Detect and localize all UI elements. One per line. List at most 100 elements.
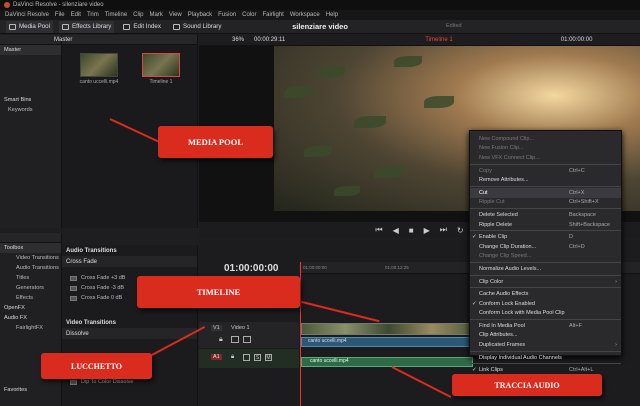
menu-item-label: Normalize Audio Levels... — [479, 265, 542, 272]
track-visibility-icon[interactable] — [243, 336, 251, 343]
context-menu-item[interactable]: Duplicated Frames › — [470, 340, 621, 350]
submenu-arrow-icon: › — [615, 342, 617, 349]
menu-item-shortcut: Ctrl+X — [569, 189, 585, 196]
menu-item[interactable]: Fusion — [218, 12, 236, 18]
menu-separator — [470, 363, 621, 365]
audiofx-item[interactable]: Audio FX — [0, 313, 61, 323]
context-menu-item[interactable]: ✓ Conform Lock Enabled — [470, 299, 621, 309]
prev-clip-icon[interactable]: ⏮ — [375, 225, 382, 235]
context-menu-item[interactable]: Change Clip Duration... Ctrl+D — [470, 242, 621, 252]
toolbox-subitem[interactable]: Generators — [0, 283, 61, 293]
loop-icon[interactable]: ↻ — [457, 226, 464, 235]
menu-item-label: Display Individual Audio Channels — [479, 354, 562, 361]
context-menu-item[interactable]: Remove Attributes... — [470, 175, 621, 185]
playhead[interactable] — [300, 262, 301, 406]
next-clip-icon[interactable]: ⏭ — [440, 225, 447, 235]
menu-item-label: Delete Selected — [479, 211, 518, 218]
menu-item[interactable]: Workspace — [290, 12, 320, 18]
reverse-play-icon[interactable]: ◀ — [393, 226, 399, 235]
lock-icon[interactable]: 🔒︎ — [219, 336, 223, 344]
context-menu-item[interactable]: Clip Attributes... — [470, 331, 621, 341]
menu-item[interactable]: View — [169, 12, 182, 18]
context-menu-item[interactable]: Cut Ctrl+X — [470, 187, 621, 198]
audio-clip[interactable]: canto uccelli.mp4 — [301, 357, 473, 367]
menu-item-shortcut: Alt+F — [569, 322, 582, 329]
menu-item[interactable]: Edit — [71, 12, 81, 18]
favorites-item[interactable]: Favorites — [0, 385, 61, 395]
menu-item-label: Change Clip Speed... — [479, 253, 532, 260]
video-clip[interactable] — [301, 323, 476, 335]
bin-master[interactable]: Master — [0, 45, 61, 55]
auto-select-icon[interactable] — [231, 336, 239, 343]
audio-lock-icon[interactable]: 🔒︎ — [231, 354, 234, 361]
audio-track-header: A1 🔒︎ S M — [199, 349, 299, 368]
transition-icon — [70, 275, 77, 281]
context-menu-item[interactable]: Ripple Cut Ctrl+Shift+X — [470, 198, 621, 208]
toolbox-item[interactable]: Toolbox — [0, 243, 61, 253]
traccia-audio-callout: TRACCIA AUDIO — [452, 374, 602, 396]
transition-label: Dip To Color Dissolve — [81, 379, 134, 385]
menu-item[interactable]: Mark — [150, 12, 163, 18]
menu-item[interactable]: DaVinci Resolve — [5, 12, 49, 18]
smart-bin-keywords[interactable]: Keywords — [0, 105, 61, 115]
viewer-timeline-name[interactable]: Timeline 1 — [425, 37, 452, 43]
toolbox-subitem[interactable]: Audio Transitions — [0, 263, 61, 273]
zoom-level[interactable]: 36% — [232, 37, 244, 43]
fairlightfx-item[interactable]: FairlightFX — [0, 323, 61, 333]
menu-item[interactable]: Clip — [133, 12, 143, 18]
transition-icon — [70, 285, 77, 291]
video-track-header: V1 Video 1 🔒︎ — [199, 322, 299, 348]
mute-icon[interactable]: M — [265, 354, 272, 361]
context-menu-item[interactable]: Clip Color › — [470, 277, 621, 287]
context-menu-item[interactable]: Normalize Audio Levels... — [470, 264, 621, 274]
lucchetto-callout: LUCCHETTO — [41, 353, 152, 379]
timeline-thumbnail[interactable] — [142, 53, 180, 77]
toolbox-subitem[interactable]: Video Transitions — [0, 253, 61, 263]
context-menu-item[interactable]: Change Clip Speed... — [470, 252, 621, 262]
openfx-item[interactable]: OpenFX — [0, 303, 61, 313]
menu-item[interactable]: Trim — [87, 12, 99, 18]
timeline-callout: TIMELINE — [137, 276, 300, 308]
menu-item-label: Copy — [479, 167, 492, 174]
audio-transitions-heading: Audio Transitions — [66, 247, 117, 254]
context-menu-item[interactable]: Delete Selected Backspace — [470, 210, 621, 220]
context-menu-item[interactable]: Copy Ctrl+C — [470, 166, 621, 176]
toolbox-subitem[interactable]: Titles — [0, 273, 61, 283]
menu-separator — [470, 208, 621, 210]
solo-icon[interactable]: S — [254, 354, 261, 361]
audio-select-icon[interactable] — [243, 354, 250, 361]
linked-video-clip[interactable]: canto uccelli.mp4 — [301, 337, 473, 347]
toolbox-subitem[interactable]: Effects — [0, 293, 61, 303]
edited-status: Edited — [446, 23, 462, 29]
media-clip-thumbnail[interactable] — [80, 53, 118, 77]
context-menu-item[interactable]: Find In Media Pool Alt+F — [470, 321, 621, 331]
menu-item[interactable]: Color — [242, 12, 256, 18]
menu-item-shortcut: Ctrl+D — [569, 243, 585, 250]
checkmark-icon: ✓ — [472, 300, 477, 307]
context-menu-item[interactable]: Display Individual Audio Channels — [470, 353, 621, 363]
menu-item-label: Change Clip Duration... — [479, 243, 537, 250]
viewer-timecode: 00:00:29:11 — [254, 37, 286, 43]
transition-label: Cross Fade 0 dB — [81, 295, 123, 301]
menu-item[interactable]: File — [55, 12, 65, 18]
play-icon[interactable]: ▶ — [424, 226, 430, 235]
ruler-mid: 01:00:12:25 — [385, 265, 409, 270]
dissolve-group: Dissolve — [62, 328, 197, 339]
context-menu-item[interactable]: Ripple Delete Shift+Backspace — [470, 220, 621, 230]
menu-item[interactable]: Fairlight — [262, 12, 283, 18]
context-menu-item[interactable]: New Compound Clip... — [470, 134, 621, 144]
menu-item[interactable]: Help — [326, 12, 338, 18]
menu-item[interactable]: Playback — [188, 12, 212, 18]
transition-icon — [70, 379, 77, 385]
context-menu-item[interactable]: New Fusion Clip... — [470, 144, 621, 154]
viewer-timecode-right: 01:00:00:00 — [560, 37, 593, 43]
context-menu-item[interactable]: Conform Lock with Media Pool Clip — [470, 309, 621, 319]
stop-icon[interactable]: ■ — [409, 226, 414, 235]
ruler-start: 01:00:00:00 — [303, 265, 327, 270]
menu-item[interactable]: Timeline — [105, 12, 127, 18]
context-menu-item[interactable]: Cache Audio Effects — [470, 289, 621, 299]
context-menu-item[interactable]: ✓ Enable Clip D — [470, 232, 621, 242]
transition-label: Cross Fade -3 dB — [81, 285, 125, 291]
context-menu-item[interactable]: New VFX Connect Clip... — [470, 153, 621, 163]
transition-icon — [70, 295, 77, 301]
